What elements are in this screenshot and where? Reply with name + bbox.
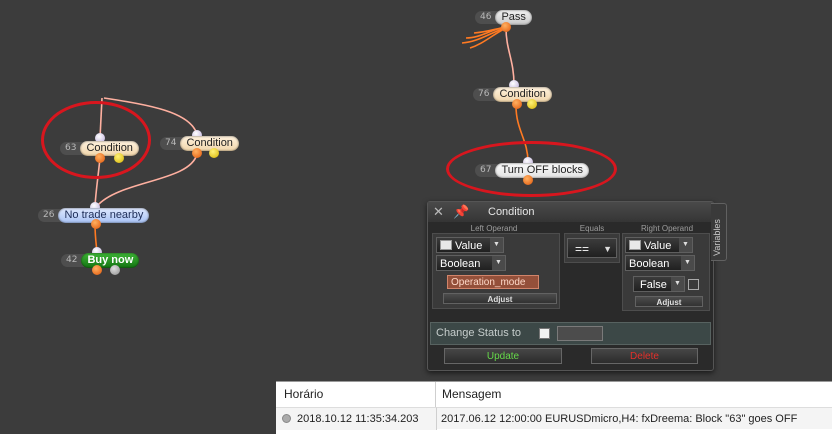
panel-titlebar: ✕ 📌 Condition — [428, 202, 713, 222]
right-type-select[interactable]: Value ▼ — [625, 237, 693, 253]
output-connector-true[interactable] — [512, 99, 522, 109]
chevron-down-icon: ▼ — [603, 244, 612, 254]
operator-value: == — [575, 242, 590, 256]
change-status-row: Change Status to — [430, 322, 711, 345]
chevron-down-icon: ▼ — [671, 277, 684, 291]
left-datatype-value: Boolean — [440, 258, 481, 270]
column-header-message[interactable]: Mensagem — [437, 382, 832, 407]
right-operand-label: Right Operand — [640, 224, 694, 233]
operator-section: == ▼ — [564, 233, 620, 263]
close-icon[interactable]: ✕ — [433, 205, 444, 218]
right-datatype-value: Boolean — [629, 258, 670, 270]
output-connector-false[interactable] — [209, 148, 219, 158]
chevron-down-icon: ▼ — [679, 238, 692, 252]
left-type-select[interactable]: Value ▼ — [436, 237, 504, 253]
table-row[interactable]: 2018.10.12 11:35:34.203 — [276, 407, 437, 430]
node-label: Condition — [493, 87, 552, 102]
condition-properties-panel: ✕ 📌 Condition Left Operand Equals Right … — [427, 201, 714, 371]
output-connector-error[interactable] — [110, 265, 120, 275]
right-operand-section: Value ▼ Boolean ▼ False ▼ Adjust — [622, 233, 710, 311]
value-icon — [440, 240, 452, 251]
right-value-select[interactable]: False ▼ — [633, 276, 685, 292]
chevron-down-icon: ▼ — [681, 256, 694, 270]
left-adjust-button[interactable]: Adjust — [443, 293, 557, 304]
change-status-checkbox[interactable] — [539, 328, 550, 339]
highlight-ring-turn-off — [446, 141, 617, 197]
chevron-down-icon: ▼ — [490, 238, 503, 252]
pin-icon[interactable]: 📌 — [453, 205, 469, 218]
left-type-value: Value — [455, 240, 483, 252]
output-connector-true[interactable] — [192, 148, 202, 158]
left-operand-section: Value ▼ Boolean ▼ Operation_mode Adjust — [432, 233, 560, 309]
variables-tab-label: Variables — [712, 219, 722, 256]
value-icon — [629, 240, 641, 251]
left-value-field[interactable]: Operation_mode — [447, 275, 539, 289]
link-pass-to-cond76 — [505, 27, 515, 86]
chevron-down-icon: ▼ — [492, 256, 505, 270]
table-row-message[interactable]: 2017.06.12 12:00:00 EURUSDmicro,H4: fxDr… — [437, 407, 832, 429]
equals-label: Equals — [579, 224, 605, 233]
output-connector-false[interactable] — [527, 99, 537, 109]
right-type-value: Value — [644, 240, 672, 252]
column-header-time[interactable]: Horário — [276, 382, 436, 407]
output-connector[interactable] — [92, 265, 102, 275]
right-adjust-button[interactable]: Adjust — [635, 296, 703, 307]
right-datatype-select[interactable]: Boolean ▼ — [625, 255, 695, 271]
delete-button[interactable]: Delete — [591, 348, 698, 364]
status-color-box[interactable] — [557, 326, 603, 341]
status-dot-icon — [282, 413, 291, 423]
change-status-label: Change Status to — [436, 327, 522, 339]
right-value-checkbox[interactable] — [688, 279, 699, 290]
variables-tab[interactable]: Variables — [711, 203, 727, 261]
update-button[interactable]: Update — [444, 348, 562, 364]
panel-title: Condition — [488, 206, 535, 218]
operator-select[interactable]: == ▼ — [567, 238, 617, 258]
highlight-ring-condition-63 — [41, 101, 151, 179]
left-operand-label: Left Operand — [470, 224, 518, 233]
node-label: Pass — [495, 10, 532, 25]
log-table: Horário Mensagem 2018.10.12 11:35:34.203… — [276, 381, 832, 434]
left-datatype-select[interactable]: Boolean ▼ — [436, 255, 506, 271]
output-connector[interactable] — [501, 22, 511, 32]
row-time: 2018.10.12 11:35:34.203 — [297, 413, 419, 425]
output-connector[interactable] — [91, 219, 101, 229]
right-value-value: False — [640, 279, 667, 291]
node-label: No trade nearby — [58, 208, 150, 223]
